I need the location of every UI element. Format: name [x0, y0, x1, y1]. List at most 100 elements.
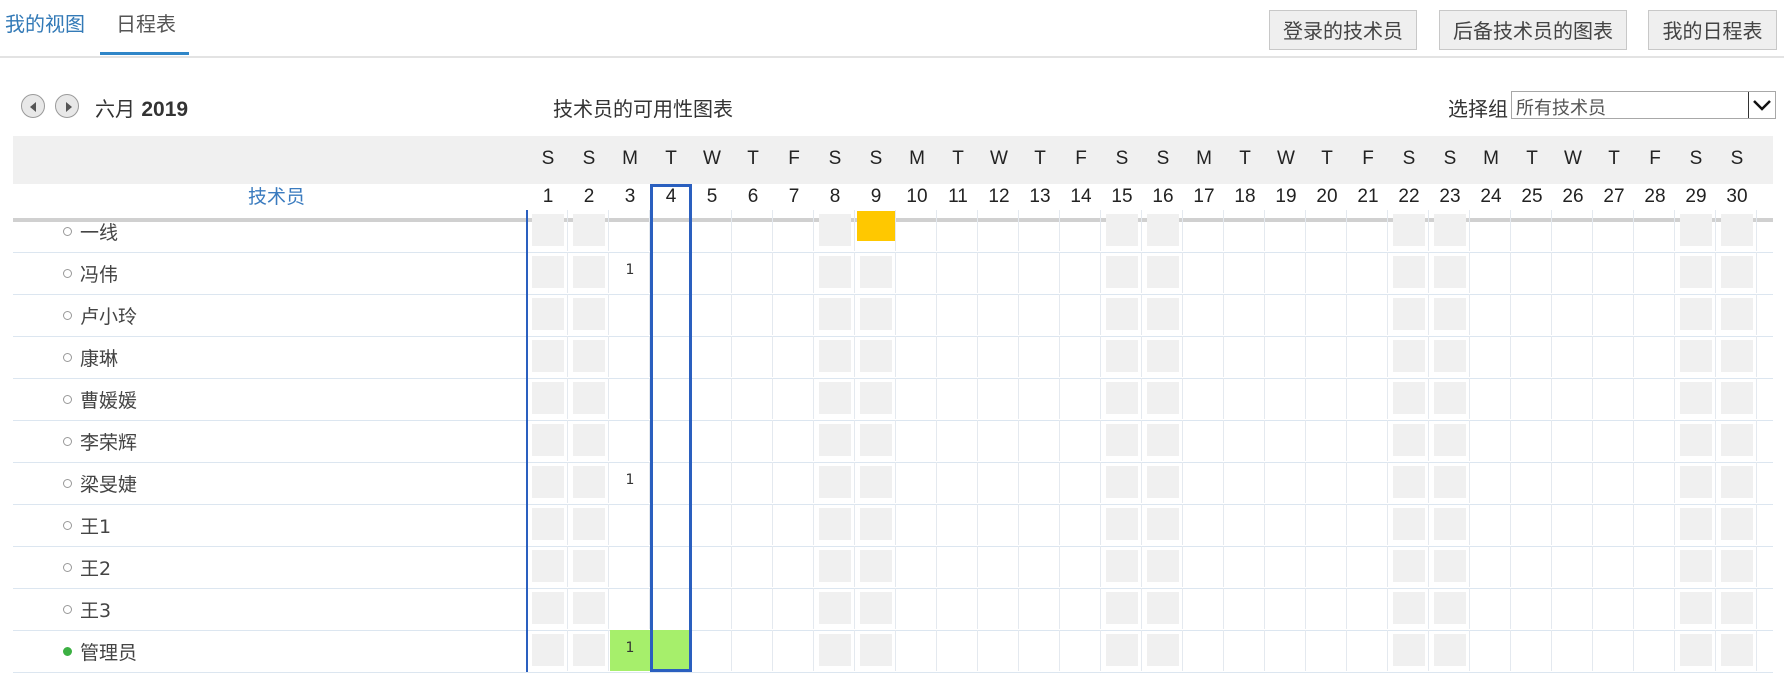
day-cell[interactable] — [610, 336, 650, 377]
day-cell[interactable] — [651, 252, 691, 293]
day-cell[interactable] — [1717, 630, 1757, 671]
day-cell[interactable] — [774, 504, 814, 545]
day-cell[interactable] — [938, 462, 978, 503]
day-cell[interactable] — [774, 588, 814, 629]
day-cell[interactable] — [1717, 588, 1757, 629]
day-cell[interactable] — [1184, 630, 1224, 671]
day-cell[interactable] — [1143, 336, 1183, 377]
day-cell[interactable] — [610, 546, 650, 587]
day-cell[interactable] — [1020, 210, 1060, 251]
day-cell[interactable] — [1635, 504, 1675, 545]
day-cell[interactable] — [651, 420, 691, 461]
day-cell[interactable] — [1102, 294, 1142, 335]
date-label[interactable]: 5 — [692, 186, 732, 208]
logged-in-tech-button[interactable]: 登录的技术员 — [1269, 10, 1417, 50]
day-cell[interactable] — [774, 378, 814, 419]
day-cell[interactable] — [651, 378, 691, 419]
day-cell[interactable] — [1717, 420, 1757, 461]
day-cell[interactable] — [1553, 294, 1593, 335]
day-cell[interactable] — [528, 504, 568, 545]
day-cell[interactable] — [1594, 420, 1634, 461]
day-cell[interactable] — [1389, 294, 1429, 335]
day-cell[interactable] — [856, 546, 896, 587]
day-cell[interactable] — [1266, 378, 1306, 419]
day-cell[interactable] — [774, 252, 814, 293]
day-cell[interactable] — [733, 546, 773, 587]
day-cell[interactable] — [1102, 504, 1142, 545]
day-cell[interactable] — [1061, 420, 1101, 461]
day-cell[interactable] — [1389, 630, 1429, 671]
day-cell[interactable] — [1553, 546, 1593, 587]
day-cell[interactable] — [651, 294, 691, 335]
day-cell[interactable] — [1676, 546, 1716, 587]
day-cell[interactable] — [1225, 462, 1265, 503]
day-cell[interactable] — [1348, 546, 1388, 587]
day-cell[interactable] — [938, 378, 978, 419]
day-cell[interactable] — [692, 588, 732, 629]
day-cell[interactable] — [815, 420, 855, 461]
date-label[interactable]: 16 — [1143, 186, 1183, 208]
day-cell[interactable] — [692, 546, 732, 587]
day-cell[interactable] — [1307, 420, 1347, 461]
day-cell[interactable] — [897, 378, 937, 419]
day-cell[interactable] — [1635, 630, 1675, 671]
day-cell[interactable] — [1307, 504, 1347, 545]
day-cell[interactable] — [1184, 504, 1224, 545]
day-cell[interactable] — [938, 630, 978, 671]
day-cell[interactable] — [1717, 294, 1757, 335]
prev-month-button[interactable] — [21, 94, 45, 118]
technician-name[interactable]: 李荣辉 — [80, 428, 137, 455]
day-cell[interactable] — [569, 336, 609, 377]
day-cell[interactable] — [733, 420, 773, 461]
day-cell[interactable] — [692, 210, 732, 251]
day-cell[interactable] — [1471, 210, 1511, 251]
day-cell[interactable] — [1225, 630, 1265, 671]
day-cell[interactable] — [1635, 294, 1675, 335]
day-cell[interactable] — [569, 210, 609, 251]
day-cell[interactable] — [569, 546, 609, 587]
day-cell[interactable] — [938, 336, 978, 377]
dropdown-arrow-icon[interactable] — [1748, 92, 1775, 118]
day-cell[interactable] — [1307, 546, 1347, 587]
day-cell[interactable] — [1512, 252, 1552, 293]
day-cell[interactable] — [1061, 294, 1101, 335]
day-cell[interactable] — [1102, 336, 1142, 377]
day-cell[interactable] — [774, 336, 814, 377]
day-cell[interactable] — [1102, 420, 1142, 461]
day-cell[interactable] — [815, 378, 855, 419]
day-cell[interactable] — [979, 588, 1019, 629]
day-cell[interactable] — [1389, 504, 1429, 545]
day-cell[interactable] — [1553, 588, 1593, 629]
day-cell[interactable] — [1594, 588, 1634, 629]
day-cell[interactable] — [1676, 252, 1716, 293]
day-cell[interactable] — [1307, 252, 1347, 293]
day-cell[interactable] — [1307, 336, 1347, 377]
day-cell[interactable] — [1471, 462, 1511, 503]
day-cell[interactable] — [1348, 504, 1388, 545]
day-cell[interactable] — [1430, 420, 1470, 461]
day-cell[interactable] — [815, 294, 855, 335]
day-cell[interactable] — [856, 630, 896, 671]
day-cell[interactable] — [1389, 420, 1429, 461]
day-cell[interactable] — [1471, 630, 1511, 671]
day-cell[interactable] — [1061, 252, 1101, 293]
day-cell[interactable] — [1061, 546, 1101, 587]
day-cell[interactable] — [1225, 504, 1265, 545]
day-cell[interactable] — [1307, 210, 1347, 251]
day-cell[interactable] — [528, 336, 568, 377]
day-cell[interactable] — [897, 546, 937, 587]
day-cell[interactable] — [1471, 588, 1511, 629]
day-cell[interactable] — [856, 378, 896, 419]
day-cell[interactable] — [610, 420, 650, 461]
technician-name[interactable]: 康琳 — [80, 344, 118, 371]
day-cell[interactable] — [1266, 252, 1306, 293]
day-cell[interactable] — [1061, 630, 1101, 671]
day-cell[interactable] — [979, 336, 1019, 377]
day-cell[interactable] — [569, 462, 609, 503]
day-cell[interactable] — [1266, 210, 1306, 251]
day-cell[interactable] — [1020, 462, 1060, 503]
day-cell[interactable] — [1594, 378, 1634, 419]
day-cell[interactable] — [1471, 420, 1511, 461]
day-cell[interactable] — [1102, 462, 1142, 503]
day-cell[interactable] — [1225, 210, 1265, 251]
